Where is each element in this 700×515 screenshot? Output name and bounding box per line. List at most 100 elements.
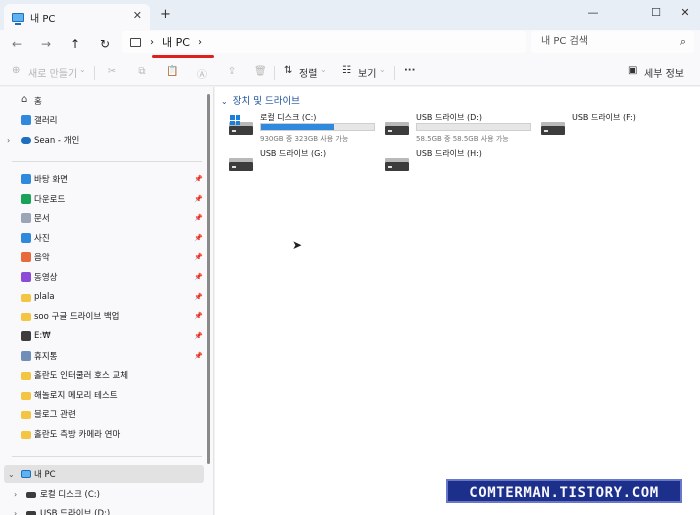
sidebar-divider xyxy=(12,161,202,162)
sidebar-item-quick[interactable]: E:₩ 📌 xyxy=(0,327,204,345)
drive-usage-bar xyxy=(260,123,375,131)
music-icon xyxy=(21,252,31,262)
folder-icon xyxy=(21,294,31,302)
sidebar-item-quick[interactable]: 해놀로지 메모리 테스트 xyxy=(0,386,204,404)
windows-logo-icon xyxy=(230,115,240,125)
sidebar-item-quick[interactable]: 다운로드 📌 xyxy=(0,190,204,208)
sidebar-item-label: 내 PC xyxy=(34,470,56,480)
sidebar-item-quick[interactable]: 동영상 📌 xyxy=(0,268,204,286)
group-header-devices[interactable]: ⌄ 장치 및 드라이브 xyxy=(221,93,300,107)
drive-free-space: 58.5GB 중 58.5GB 사용 가능 xyxy=(416,135,509,143)
sidebar-item-quick[interactable]: 홀란도 인터쿨러 호스 교체 xyxy=(0,366,204,384)
sidebar-item-quick[interactable]: 블로그 관련 xyxy=(0,405,204,423)
folder-icon xyxy=(21,372,31,380)
chevron-down-icon: ⌄ xyxy=(79,65,86,74)
recycle-bin-icon xyxy=(21,351,31,361)
share-icon[interactable]: ⇪ xyxy=(226,66,238,78)
paste-icon[interactable]: 📋 xyxy=(166,66,178,78)
title-bar: 내 PC ✕ + — ☐ ✕ xyxy=(0,0,700,30)
sidebar-item-quick[interactable]: soo 구글 드라이브 백업 📌 xyxy=(0,307,204,325)
breadcrumb-this-pc[interactable]: 내 PC xyxy=(162,34,190,50)
drive-name: USB 드라이브 (D:) xyxy=(416,113,483,122)
close-window-button[interactable]: ✕ xyxy=(670,3,700,23)
sidebar-item-this-pc[interactable]: ⌄ 내 PC xyxy=(4,465,204,483)
drive-name: 로컬 디스크 (C:) xyxy=(260,113,317,122)
sidebar-item-gallery[interactable]: 갤러리 xyxy=(0,111,204,129)
pin-icon: 📌 xyxy=(194,332,203,340)
chevron-right-icon[interactable]: › xyxy=(14,490,17,499)
drive-tile[interactable]: USB 드라이브 (F:) xyxy=(541,109,691,139)
close-tab-icon[interactable]: ✕ xyxy=(133,9,142,22)
sidebar-item-onedrive[interactable]: › Sean - 개인 xyxy=(0,131,204,149)
sidebar-item-home[interactable]: ⌂ 홈 xyxy=(0,92,204,110)
sidebar-item-usb-d[interactable]: › USB 드라이브 (D:) xyxy=(0,504,204,515)
sidebar-item-label: 홀란도 측방 카메라 연마 xyxy=(34,430,121,440)
sidebar-item-quick[interactable]: 홀란도 측방 카메라 연마 xyxy=(0,425,204,443)
chevron-right-icon[interactable]: › xyxy=(14,509,17,515)
new-tab-button[interactable]: + xyxy=(160,7,171,22)
details-pane-icon: ▣ xyxy=(628,65,638,76)
maximize-button[interactable]: ☐ xyxy=(641,3,671,23)
computer-icon xyxy=(12,12,24,25)
sidebar-item-label: soo 구글 드라이브 백업 xyxy=(34,312,120,322)
pin-icon: 📌 xyxy=(194,195,203,203)
sidebar-divider xyxy=(12,456,202,457)
pin-icon: 📌 xyxy=(194,312,203,320)
rename-icon[interactable]: Ⓐ xyxy=(196,66,208,81)
sidebar-item-label: 문서 xyxy=(34,214,50,224)
tab-this-pc[interactable]: 내 PC ✕ xyxy=(4,4,150,30)
drive-icon xyxy=(229,149,253,171)
drive-usage-bar xyxy=(416,123,531,131)
breadcrumb-separator[interactable]: › xyxy=(198,37,202,48)
sidebar-item-quick[interactable]: plala 📌 xyxy=(0,288,204,306)
breadcrumb-separator[interactable]: › xyxy=(150,37,154,48)
computer-icon xyxy=(130,37,141,47)
sort-icon: ⇅ xyxy=(284,65,293,76)
drive-icon xyxy=(229,113,253,135)
new-button[interactable]: 새로 만들기 xyxy=(28,65,77,80)
cut-icon[interactable]: ✂ xyxy=(106,66,118,78)
forward-button[interactable]: → xyxy=(35,33,57,55)
drive-tile[interactable]: USB 드라이브 (G:) xyxy=(229,145,379,175)
sidebar-item-label: 바탕 화면 xyxy=(34,175,68,185)
delete-icon[interactable]: 🗑 xyxy=(254,66,267,78)
chevron-down-icon[interactable]: ⌄ xyxy=(8,470,15,479)
refresh-button[interactable]: ↻ xyxy=(94,33,116,55)
folder-icon xyxy=(21,313,31,321)
copy-icon[interactable]: ⧉ xyxy=(136,66,148,78)
sidebar-item-quick[interactable]: 음악 📌 xyxy=(0,248,204,266)
details-button[interactable]: 세부 정보 xyxy=(644,65,684,80)
sort-button[interactable]: 정렬 xyxy=(299,65,317,80)
view-button[interactable]: 보기 xyxy=(358,65,376,80)
sidebar-item-label: 홀란도 인터쿨러 호스 교체 xyxy=(34,371,129,381)
pictures-icon xyxy=(21,233,31,243)
pin-icon: 📌 xyxy=(194,253,203,261)
sidebar-item-local-disk[interactable]: › 로컬 디스크 (C:) xyxy=(0,485,204,503)
chevron-right-icon[interactable]: › xyxy=(7,136,10,145)
back-button[interactable]: ← xyxy=(6,33,28,55)
sidebar-item-label: 음악 xyxy=(34,253,50,263)
sidebar-scrollbar[interactable] xyxy=(207,94,210,464)
download-icon xyxy=(21,194,31,204)
sidebar-item-quick[interactable]: 사진 📌 xyxy=(0,229,204,247)
red-underline-annotation xyxy=(152,55,214,58)
pin-icon: 📌 xyxy=(194,234,203,242)
address-bar[interactable]: › 내 PC › xyxy=(122,31,526,53)
drive-name: USB 드라이브 (H:) xyxy=(416,149,482,158)
command-bar: ⊕ 새로 만들기 ⌄ ✂ ⧉ 📋 Ⓐ ⇪ 🗑 ⇅ 정렬 ⌄ ☷ 보기 ⌄ ···… xyxy=(0,60,700,86)
drive-tile[interactable]: USB 드라이브 (D:) 58.5GB 중 58.5GB 사용 가능 xyxy=(385,109,535,143)
more-options-button[interactable]: ··· xyxy=(404,65,415,76)
up-button[interactable]: ↑ xyxy=(64,33,86,55)
sidebar-item-quick[interactable]: 휴지통 📌 xyxy=(0,347,204,365)
video-icon xyxy=(21,272,31,282)
search-icon: ⌕ xyxy=(679,35,686,48)
drive-tile[interactable]: USB 드라이브 (H:) xyxy=(385,145,535,175)
chevron-down-icon: ⌄ xyxy=(320,65,327,74)
sidebar-item-quick[interactable]: 문서 📌 xyxy=(0,209,204,227)
pin-icon: 📌 xyxy=(194,352,203,360)
drive-tile[interactable]: 로컬 디스크 (C:) 930GB 중 323GB 사용 가능 xyxy=(229,109,379,143)
search-input[interactable]: 내 PC 검색 ⌕ xyxy=(531,31,694,53)
minimize-button[interactable]: — xyxy=(578,3,608,23)
sidebar-item-label: Sean - 개인 xyxy=(34,136,80,146)
sidebar-item-quick[interactable]: 바탕 화면 📌 xyxy=(0,170,204,188)
